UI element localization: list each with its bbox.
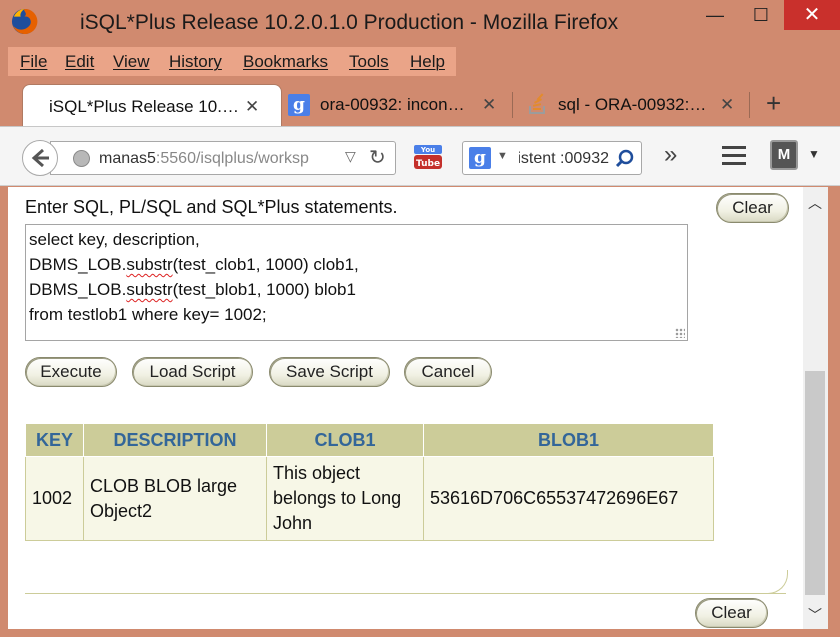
url-text: manas5:5560/isqlplus/worksp — [99, 150, 309, 168]
resize-grip-icon[interactable] — [675, 328, 685, 338]
divider-corner — [768, 570, 788, 594]
clear-button-bottom[interactable]: Clear — [695, 598, 768, 628]
clear-button[interactable]: Clear — [716, 193, 789, 223]
tab-bar: iSQL*Plus Release 10.2.0.1.0 Production … — [0, 80, 840, 128]
spelling-error-word: substr — [126, 255, 173, 274]
overflow-chevron-icon[interactable]: » — [664, 141, 677, 169]
cancel-button[interactable]: Cancel — [404, 357, 492, 387]
sql-line: DBMS_LOB.substr(test_clob1, 1000) clob1, — [29, 255, 359, 275]
sql-line: select key, description, — [29, 230, 200, 250]
sql-text: DBMS_LOB. — [29, 280, 127, 299]
url-dropdown-icon[interactable]: ▽ — [345, 148, 356, 165]
search-engine-dropdown-icon[interactable]: ▼ — [497, 150, 508, 162]
tab-separator — [512, 92, 513, 118]
divider — [25, 593, 786, 594]
load-script-button[interactable]: Load Script — [132, 357, 253, 387]
tab-close-icon[interactable]: ✕ — [245, 97, 259, 117]
results-table: KEY DESCRIPTION CLOB1 BLOB1 1002 CLOB BL… — [25, 423, 714, 541]
shield-dropdown-icon[interactable]: ▼ — [808, 147, 820, 161]
navigation-bar: manas5:5560/isqlplus/worksp ▽ ↻ Tube You… — [0, 126, 840, 186]
globe-icon — [73, 150, 90, 167]
url-bar[interactable]: manas5:5560/isqlplus/worksp ▽ ↻ — [50, 141, 396, 175]
back-button[interactable] — [22, 140, 58, 176]
menu-view[interactable]: View — [113, 52, 150, 72]
menu-tools[interactable]: Tools — [349, 52, 389, 72]
scroll-down-arrow-icon[interactable]: ﹀ — [808, 605, 822, 625]
spelling-error-word: substr — [126, 280, 173, 299]
cell-text: belongs to Long — [273, 488, 402, 508]
stackoverflow-icon — [529, 93, 545, 114]
execute-button[interactable]: Execute — [25, 357, 117, 387]
sql-input[interactable]: select key, description, DBMS_LOB.substr… — [25, 224, 688, 341]
scroll-up-arrow-icon[interactable]: ︿ — [808, 193, 822, 213]
column-header-clob1: CLOB1 — [266, 423, 424, 457]
url-path: :5560/isqlplus/worksp — [155, 150, 309, 167]
table-row: 1002 CLOB BLOB large Object2 This object b… — [25, 456, 714, 541]
cell-text: John — [273, 513, 313, 533]
window-title: iSQL*Plus Release 10.2.0.1.0 Production … — [80, 11, 619, 34]
tab-separator — [749, 92, 750, 118]
menu-bar: File Edit View History Bookmarks Tools H… — [8, 47, 456, 76]
reload-icon[interactable]: ↻ — [369, 145, 386, 170]
menu-help[interactable]: Help — [410, 52, 445, 72]
table-header-row: KEY DESCRIPTION CLOB1 BLOB1 — [25, 423, 714, 457]
sql-text: (test_blob1, 1000) blob1 — [172, 280, 356, 299]
youtube-icon[interactable]: Tube You — [413, 143, 443, 173]
column-header-key: KEY — [25, 423, 84, 457]
close-window-button[interactable]: ✕ — [784, 0, 840, 30]
column-header-description: DESCRIPTION — [83, 423, 267, 457]
search-bar[interactable]: g ▼ 00932: inconsistent — [462, 141, 642, 175]
save-script-button[interactable]: Save Script — [269, 357, 390, 387]
cell-blob1: 53616D706C65537472696E67 — [423, 456, 714, 541]
cell-text: CLOB BLOB large — [90, 475, 238, 496]
menu-bookmarks[interactable]: Bookmarks — [243, 52, 328, 72]
search-input[interactable]: 00932: inconsistent — [519, 150, 609, 168]
cell-text: This object — [273, 463, 361, 483]
tab-label: sql - ORA-00932: inconsistent datatypes — [558, 95, 708, 114]
menu-history[interactable]: History — [169, 52, 222, 72]
window-frame-bottom — [0, 629, 840, 637]
google-search-engine-icon: g — [469, 147, 491, 169]
tab-close-icon[interactable]: ✕ — [720, 95, 734, 115]
cell-key: 1002 — [25, 456, 84, 541]
sql-line: from testlob1 where key= 1002; — [29, 305, 267, 325]
sql-text: DBMS_LOB. — [29, 255, 127, 274]
back-arrow-icon — [31, 148, 49, 168]
window-frame-right — [828, 187, 840, 637]
sql-text: select key, description, — [29, 230, 200, 249]
vertical-scrollbar[interactable]: ︿ ﹀ — [803, 187, 828, 629]
cell-text: Object2 — [90, 500, 153, 521]
menu-edit[interactable]: Edit — [65, 52, 94, 72]
menu-file[interactable]: File — [20, 52, 47, 72]
sql-text: from testlob1 where key= 1002; — [29, 305, 267, 324]
new-tab-button[interactable]: + — [766, 88, 781, 119]
firefox-logo-icon — [11, 8, 38, 35]
cell-clob1: This object belongs to Long John — [266, 456, 424, 541]
cell-description: CLOB BLOB large Object2 — [83, 456, 267, 541]
menu-icon[interactable] — [722, 146, 746, 166]
statement-prompt: Enter SQL, PL/SQL and SQL*Plus statement… — [25, 197, 398, 217]
tab-label: ora-00932: inconsistent datatypes — [320, 95, 470, 114]
svg-text:You: You — [420, 146, 435, 154]
tab-label: iSQL*Plus Release 10.2.0.1.0 Production — [49, 97, 241, 116]
sql-line: DBMS_LOB.substr(test_blob1, 1000) blob1 — [29, 280, 356, 300]
tab-close-icon[interactable]: ✕ — [482, 95, 496, 115]
mcafee-shield-icon[interactable]: M — [770, 140, 798, 170]
minimize-button[interactable]: — — [692, 0, 738, 30]
url-host: manas5 — [99, 150, 156, 167]
google-icon: g — [288, 94, 310, 116]
page-content: Enter SQL, PL/SQL and SQL*Plus statement… — [8, 187, 803, 629]
column-header-blob1: BLOB1 — [423, 423, 714, 457]
sql-text: (test_clob1, 1000) clob1, — [172, 255, 359, 274]
scrollbar-thumb[interactable] — [805, 371, 825, 595]
title-bar: iSQL*Plus Release 10.2.0.1.0 Production … — [0, 0, 840, 46]
tab-isqlplus[interactable]: iSQL*Plus Release 10.2.0.1.0 Production … — [22, 84, 282, 128]
maximize-button[interactable]: ☐ — [738, 0, 784, 30]
svg-text:Tube: Tube — [416, 159, 440, 169]
search-icon[interactable] — [615, 149, 635, 169]
